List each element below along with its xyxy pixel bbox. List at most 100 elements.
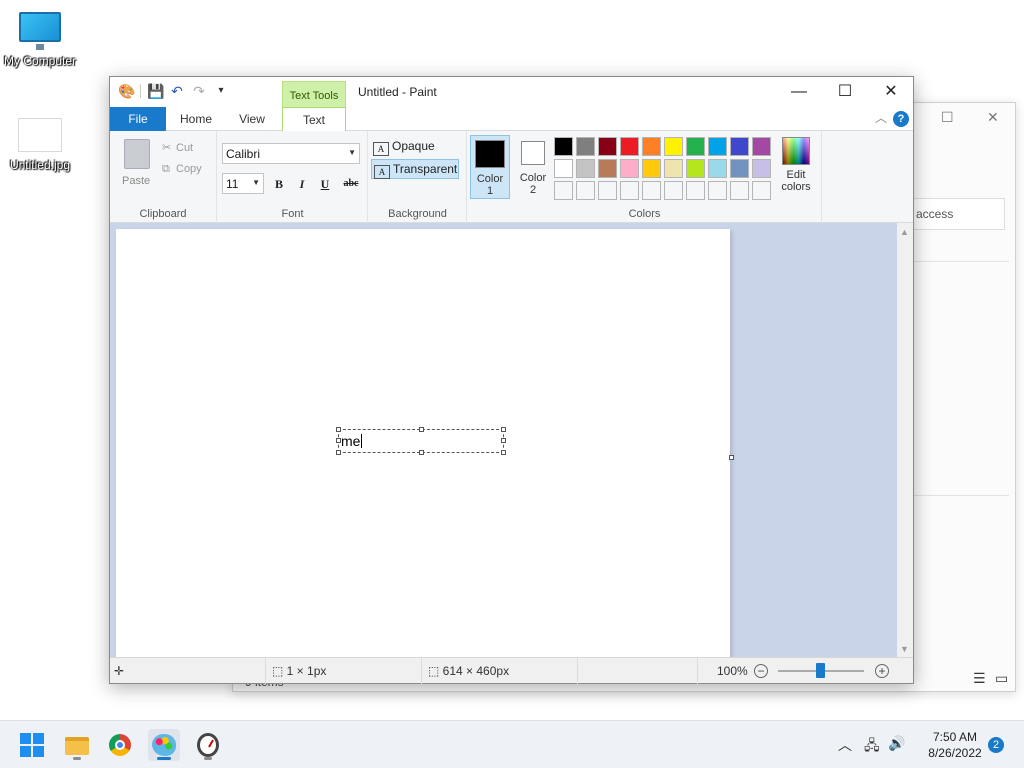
save-icon[interactable] [140, 84, 141, 98]
tiles-view-icon[interactable]: ▭ [995, 670, 1008, 687]
opaque-option[interactable]: A Opaque [371, 137, 459, 157]
underline-button[interactable]: U [316, 175, 334, 193]
undo-icon[interactable]: ↶ [169, 83, 185, 99]
palette-swatch[interactable] [730, 159, 749, 178]
save-icon[interactable]: 💾 [147, 83, 164, 99]
palette-swatch[interactable] [730, 137, 749, 156]
palette-swatch[interactable] [620, 181, 639, 200]
scroll-down-icon[interactable]: ▼ [900, 644, 909, 654]
customize-qat-icon[interactable]: ▾ [213, 83, 229, 99]
close-icon[interactable]: ✕ [987, 109, 999, 126]
canvas-workspace[interactable]: me ▲ ▼ [110, 223, 913, 659]
resize-handle[interactable] [501, 450, 506, 455]
palette-swatch[interactable] [598, 181, 617, 200]
vertical-scrollbar[interactable]: ▲ ▼ [897, 223, 913, 658]
palette-swatch[interactable] [752, 181, 771, 200]
resize-handle[interactable] [419, 450, 424, 455]
drawing-canvas[interactable]: me [116, 229, 730, 659]
maximize-button[interactable]: ☐ [822, 77, 868, 107]
palette-swatch[interactable] [576, 159, 595, 178]
text-box-content[interactable]: me [341, 434, 363, 448]
palette-swatch[interactable] [554, 181, 573, 200]
scroll-up-icon[interactable]: ▲ [900, 227, 909, 237]
text-box[interactable]: me [336, 427, 506, 455]
palette-swatch[interactable] [642, 159, 661, 178]
resize-handle[interactable] [336, 427, 341, 432]
paint-app-icon[interactable]: 🎨 [118, 83, 135, 99]
move-icon: ✛ [114, 664, 125, 678]
cut-button[interactable]: ✂ Cut [162, 141, 193, 154]
palette-swatch[interactable] [686, 181, 705, 200]
palette-swatch[interactable] [664, 181, 683, 200]
palette-swatch[interactable] [554, 159, 573, 178]
bold-button[interactable]: B [270, 175, 288, 193]
tab-home[interactable]: Home [172, 107, 220, 131]
resize-handle[interactable] [336, 438, 341, 443]
taskbar-chrome[interactable] [104, 729, 136, 761]
start-button[interactable] [16, 729, 48, 761]
paste-button[interactable]: Paste [122, 175, 150, 187]
font-family-select[interactable]: Calibri ▼ [222, 143, 360, 164]
clock[interactable]: 7:50 AM 8/26/2022 [916, 729, 994, 761]
help-icon[interactable]: ? [893, 111, 909, 127]
color-2-button[interactable]: Color 2 [514, 135, 552, 199]
palette-swatch[interactable] [752, 137, 771, 156]
palette-swatch[interactable] [598, 159, 617, 178]
minimize-button[interactable]: — [776, 77, 822, 107]
notification-badge[interactable]: 2 [988, 737, 1004, 753]
taskbar-file-explorer[interactable] [61, 729, 93, 761]
edit-colors-button[interactable]: Edit colors [774, 135, 818, 193]
palette-swatch[interactable] [730, 181, 749, 200]
strikethrough-button[interactable]: abc [339, 175, 363, 193]
maximize-icon[interactable]: ☐ [941, 109, 954, 126]
palette-swatch[interactable] [576, 137, 595, 156]
italic-button[interactable]: I [293, 175, 311, 193]
title-bar[interactable]: 🎨 💾 ↶ ↷ ▾ Text Tools Untitled - Paint — … [110, 77, 914, 108]
details-view-icon[interactable]: ☰ [973, 670, 986, 687]
palette-swatch[interactable] [642, 181, 661, 200]
zoom-slider-thumb[interactable] [816, 663, 825, 678]
color-1-button[interactable]: Color 1 [470, 135, 510, 199]
palette-swatch[interactable] [752, 159, 771, 178]
palette-swatch[interactable] [664, 137, 683, 156]
zoom-out-button[interactable]: − [754, 664, 768, 678]
taskbar-clock-app[interactable] [192, 729, 224, 761]
palette-swatch[interactable] [598, 137, 617, 156]
palette-swatch[interactable] [642, 137, 661, 156]
taskbar-paint[interactable] [148, 729, 180, 761]
palette-swatch[interactable] [708, 159, 727, 178]
tab-view[interactable]: View [228, 107, 276, 131]
palette-swatch[interactable] [708, 181, 727, 200]
font-size-select[interactable]: 11 ▼ [222, 173, 264, 194]
palette-swatch[interactable] [576, 181, 595, 200]
resize-handle[interactable] [501, 438, 506, 443]
desktop-icon-my-computer[interactable]: My Computer [0, 12, 80, 68]
desktop-icon-untitled-jpg[interactable]: Untitled.jpg [0, 118, 80, 172]
resize-handle[interactable] [419, 427, 424, 432]
paint-window[interactable]: 🎨 💾 ↶ ↷ ▾ Text Tools Untitled - Paint — … [109, 76, 914, 684]
chevron-up-icon[interactable]: ︿ [838, 735, 852, 755]
palette-swatch[interactable] [664, 159, 683, 178]
desktop-icon-label: My Computer [3, 54, 77, 68]
palette-swatch[interactable] [554, 137, 573, 156]
tab-file[interactable]: File [110, 107, 166, 131]
palette-swatch[interactable] [620, 159, 639, 178]
copy-button[interactable]: ⧉ Copy [162, 163, 202, 176]
paste-icon[interactable] [124, 139, 150, 169]
palette-swatch[interactable] [686, 159, 705, 178]
palette-swatch[interactable] [620, 137, 639, 156]
volume-icon[interactable]: 🔊 [888, 735, 905, 752]
search-box[interactable]: access [913, 198, 1005, 230]
palette-swatch[interactable] [708, 137, 727, 156]
close-button[interactable]: ✕ [868, 77, 914, 107]
canvas-resize-handle[interactable] [729, 455, 734, 460]
tab-text[interactable]: Text [282, 107, 346, 132]
zoom-in-button[interactable]: + [875, 664, 889, 678]
redo-icon[interactable]: ↷ [191, 83, 207, 99]
network-icon[interactable]: 🖧 [864, 735, 880, 759]
resize-handle[interactable] [501, 427, 506, 432]
minimize-ribbon-icon[interactable]: ︿ [875, 109, 887, 126]
palette-swatch[interactable] [686, 137, 705, 156]
resize-handle[interactable] [336, 450, 341, 455]
transparent-option[interactable]: A Transparent [371, 159, 459, 179]
